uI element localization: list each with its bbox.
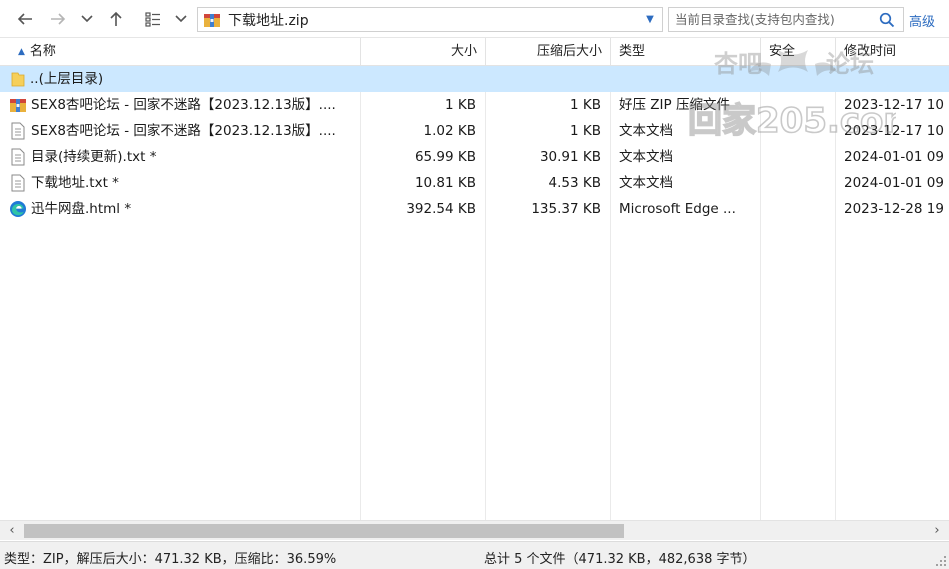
- file-row[interactable]: 迅牛网盘.html * 392.54 KB 135.37 KB Microsof…: [0, 196, 949, 222]
- history-dropdown-button[interactable]: [74, 6, 100, 32]
- file-type: 文本文档: [619, 149, 673, 165]
- file-size: 392.54 KB: [406, 201, 476, 217]
- file-name: SEX8杏吧论坛 - 回家不迷路【2023.12.13版】....: [31, 123, 336, 139]
- forward-button[interactable]: [45, 6, 71, 32]
- zip-archive-icon: [204, 13, 220, 27]
- file-packed-size: 135.37 KB: [531, 201, 601, 217]
- file-name: 迅牛网盘.html *: [31, 201, 132, 217]
- view-mode-button[interactable]: [140, 6, 166, 32]
- column-header-name[interactable]: ▲ 名称: [0, 38, 361, 66]
- file-size: 1.02 KB: [423, 123, 476, 139]
- back-arrow-icon: [17, 13, 32, 25]
- text-file-icon: [11, 174, 25, 192]
- up-arrow-icon: [110, 11, 122, 26]
- file-size: 1 KB: [445, 97, 476, 113]
- advanced-search-link[interactable]: 高级: [909, 11, 935, 30]
- file-packed-size: 1 KB: [570, 123, 601, 139]
- file-type: 文本文档: [619, 123, 673, 139]
- file-packed-size: 30.91 KB: [539, 149, 601, 165]
- text-file-icon: [11, 148, 25, 166]
- column-header-type[interactable]: 类型: [611, 38, 761, 66]
- zip-archive-icon: [10, 99, 26, 112]
- column-header-modified[interactable]: 修改时间: [836, 38, 949, 66]
- scrollbar-thumb[interactable]: [24, 524, 624, 538]
- address-dropdown-icon[interactable]: ▼: [638, 14, 662, 25]
- column-header-name-label: 名称: [29, 44, 56, 59]
- file-type: 好压 ZIP 压缩文件: [619, 97, 730, 113]
- column-header-row: ▲ 名称 大小 压缩后大小 类型 安全 修改时间: [0, 38, 949, 66]
- edge-icon: [10, 201, 26, 217]
- file-modified: 2024-01-01 09: [844, 175, 944, 191]
- folder-icon: [11, 72, 25, 87]
- file-modified: 2023-12-17 10: [844, 123, 944, 139]
- file-type: Microsoft Edge ...: [619, 201, 736, 217]
- sort-up-icon: ▲: [18, 47, 25, 57]
- file-modified: 2023-12-28 19: [844, 201, 944, 217]
- file-size: 65.99 KB: [414, 149, 476, 165]
- up-button[interactable]: [103, 6, 129, 32]
- file-row[interactable]: SEX8杏吧论坛 - 回家不迷路【2023.12.13版】.... 1 KB 1…: [0, 92, 949, 118]
- file-modified: 2024-01-01 09: [844, 149, 944, 165]
- scroll-left-arrow-icon[interactable]: ‹: [2, 521, 22, 541]
- forward-arrow-icon: [51, 13, 66, 25]
- file-packed-size: 1 KB: [570, 97, 601, 113]
- chevron-down-icon: [175, 15, 187, 23]
- status-total-info: 总计 5 个文件（471.32 KB，482,638 字节）: [484, 552, 756, 567]
- file-size: 10.81 KB: [414, 175, 476, 191]
- toolbar: 下载地址.zip ▼ 高级: [0, 0, 949, 38]
- column-header-size[interactable]: 大小: [361, 38, 486, 66]
- scroll-right-arrow-icon[interactable]: ›: [927, 521, 947, 541]
- status-archive-info: 类型：ZIP，解压后大小：471.32 KB，压缩比：36.59%: [4, 552, 337, 567]
- text-file-icon: [11, 122, 25, 140]
- back-button[interactable]: [12, 6, 38, 32]
- file-row[interactable]: SEX8杏吧论坛 - 回家不迷路【2023.12.13版】.... 1.02 K…: [0, 118, 949, 144]
- address-path: 下载地址.zip: [228, 12, 309, 29]
- column-header-packed-size[interactable]: 压缩后大小: [486, 38, 611, 66]
- file-name: SEX8杏吧论坛 - 回家不迷路【2023.12.13版】....: [31, 97, 336, 113]
- chevron-down-icon: [81, 15, 93, 23]
- file-name: 目录(持续更新).txt *: [31, 149, 157, 165]
- file-name: 下载地址.txt *: [31, 175, 119, 191]
- view-mode-dropdown-button[interactable]: [168, 6, 194, 32]
- file-row[interactable]: 下载地址.txt * 10.81 KB 4.53 KB 文本文档 2024-01…: [0, 170, 949, 196]
- status-bar: 类型：ZIP，解压后大小：471.32 KB，压缩比：36.59% 总计 5 个…: [0, 541, 949, 569]
- address-bar[interactable]: 下载地址.zip ▼: [197, 7, 663, 32]
- resize-grip-icon[interactable]: [935, 555, 947, 567]
- search-box: [668, 7, 904, 32]
- column-header-security[interactable]: 安全: [761, 38, 836, 66]
- file-type: 文本文档: [619, 175, 673, 191]
- list-view-icon: [145, 12, 160, 27]
- search-input[interactable]: [669, 12, 875, 27]
- file-row-parent-dir[interactable]: ..(上层目录): [0, 66, 949, 92]
- file-packed-size: 4.53 KB: [548, 175, 601, 191]
- file-modified: 2023-12-17 10: [844, 97, 944, 113]
- file-name: ..(上层目录): [30, 71, 104, 87]
- file-row[interactable]: 目录(持续更新).txt * 65.99 KB 30.91 KB 文本文档 20…: [0, 144, 949, 170]
- horizontal-scrollbar[interactable]: ‹ ›: [0, 520, 949, 540]
- search-icon[interactable]: [875, 12, 899, 28]
